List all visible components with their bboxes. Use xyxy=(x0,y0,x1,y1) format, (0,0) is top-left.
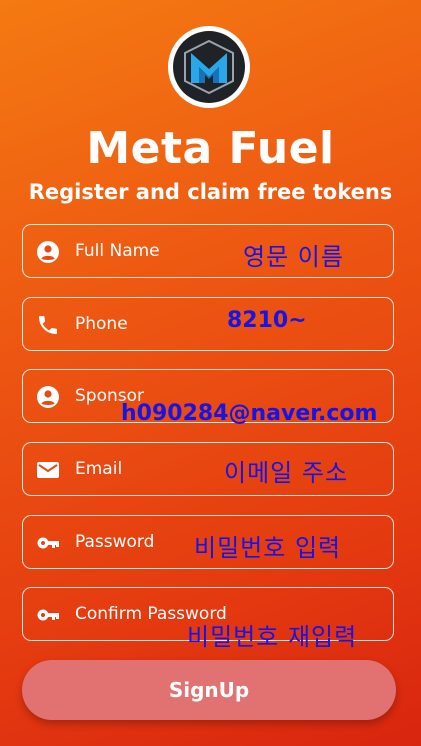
key-icon xyxy=(37,537,59,549)
full-name-label: Full Name xyxy=(75,241,160,261)
app-logo xyxy=(168,26,250,108)
sponsor-annotation: h090284@naver.com xyxy=(121,401,378,426)
password-annotation: 비밀번호 입력 xyxy=(194,534,342,562)
email-icon xyxy=(37,462,59,478)
confirm-password-annotation: 비밀번호 재입력 xyxy=(187,623,358,651)
app-subtitle: Register and claim free tokens xyxy=(28,180,393,204)
signup-button[interactable]: SignUp xyxy=(22,660,396,720)
email-label: Email xyxy=(75,459,123,479)
logo-emblem xyxy=(173,31,245,103)
person-icon xyxy=(37,386,59,408)
phone-field[interactable]: Phone xyxy=(22,297,394,351)
app-title: Meta Fuel xyxy=(86,123,335,174)
full-name-annotation: 영문 이름 xyxy=(243,243,344,271)
password-label: Password xyxy=(75,532,155,552)
phone-label: Phone xyxy=(75,314,128,334)
person-icon xyxy=(37,241,59,263)
key-icon xyxy=(37,609,59,621)
phone-icon xyxy=(39,316,57,334)
email-annotation: 이메일 주소 xyxy=(224,459,349,487)
phone-annotation: 8210~ xyxy=(227,308,307,333)
logo-m-icon xyxy=(184,39,234,95)
